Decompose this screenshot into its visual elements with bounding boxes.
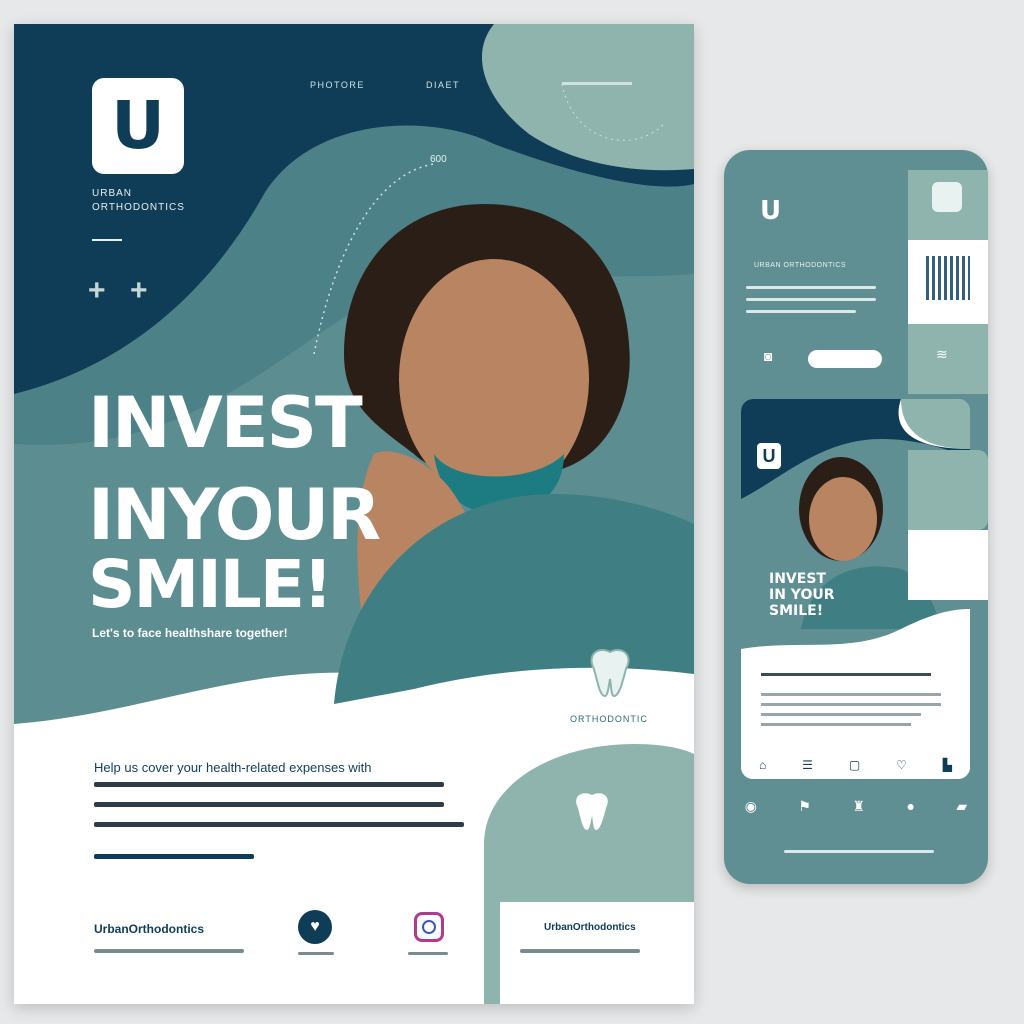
brand-name-line1: URBAN (92, 188, 133, 199)
phone-bottom-icons: ◉ ⚑ ♜ ● ▰ (724, 798, 988, 815)
heart-icon[interactable]: ♡ (896, 758, 907, 772)
tooth-icon[interactable]: ♜ (852, 798, 865, 815)
phone-text-line (746, 298, 876, 301)
card-headline-line1: INVEST (769, 571, 826, 587)
body-heading: Help us cover your health-related expens… (94, 760, 372, 775)
card-headline-line2: IN YOUR (769, 587, 835, 604)
body-text-line (94, 822, 464, 827)
phone-action-button[interactable] (808, 350, 882, 368)
card-logo[interactable]: U (757, 443, 781, 469)
side-panel (908, 530, 988, 600)
instagram-icon[interactable] (414, 912, 444, 942)
tooth-icon (932, 182, 962, 212)
icon-caption (408, 952, 448, 955)
side-panel (908, 324, 988, 394)
nav-link-2[interactable]: DIAET (426, 80, 460, 90)
icon-caption (298, 952, 334, 955)
record-icon[interactable]: ◉ (745, 798, 757, 815)
phone-footer-line (784, 850, 934, 853)
tagline: Let's to face healthshare together! (92, 626, 288, 640)
store-icon[interactable]: ▙ (943, 758, 952, 772)
tv-icon[interactable]: ▢ (849, 758, 860, 772)
phone-text-line (746, 286, 876, 289)
qr-code-icon[interactable] (926, 256, 970, 300)
body-text-line (94, 782, 444, 787)
nav-underline (562, 82, 632, 85)
footer-brand: UrbanOrthodontics (94, 922, 204, 936)
contact-line (94, 854, 254, 859)
headline-line2: INYOUR (88, 474, 381, 556)
plus-icon: + (130, 274, 148, 307)
bookmark-icon[interactable]: ⚑ (798, 798, 811, 815)
headline-line3: SMILE! (88, 546, 333, 623)
callout-label: 600 (430, 154, 447, 165)
footer-social-label: UrbanOrthodontics (544, 922, 636, 933)
phone-text-line (746, 310, 856, 313)
brand-logo[interactable]: U (92, 78, 184, 174)
card-bottom-nav: ⌂ ☰ ▢ ♡ ▙ (741, 751, 970, 779)
heart-icon[interactable]: ♥ (298, 910, 332, 944)
plus-icon: + (88, 274, 106, 307)
camera-icon[interactable]: ◙ (764, 348, 772, 364)
circle-icon[interactable]: ● (906, 798, 914, 815)
logo-letter: U (111, 87, 165, 164)
body-text-line (94, 802, 444, 807)
headline-line1: INVEST (88, 382, 363, 464)
wifi-icon: ≋ (936, 346, 948, 362)
chat-icon[interactable]: ☰ (802, 758, 813, 772)
home-icon[interactable]: ⌂ (759, 758, 766, 772)
phone-brand: URBAN ORTHODONTICS (754, 262, 847, 269)
side-panel (908, 450, 988, 530)
flag-icon[interactable]: ▰ (956, 798, 967, 815)
poster: U URBAN ORTHODONTICS PHOTORE DIAET 600 +… (14, 24, 694, 1004)
footer-text-line (94, 949, 244, 953)
card-headline-line3: SMILE! (769, 603, 824, 620)
phone-mockup: ≋ U URBAN ORTHODONTICS ◙ U INVEST IN YOU… (724, 150, 988, 884)
card-headline: INVEST IN YOUR SMILE! (769, 571, 835, 619)
orthodontic-badge: ORTHODONTIC (570, 714, 648, 724)
brand-name-line2: ORTHODONTICS (92, 202, 185, 213)
nav-link-1[interactable]: PHOTORE (310, 80, 365, 90)
footer-text-line (520, 949, 640, 953)
phone-logo[interactable]: U (760, 196, 781, 226)
